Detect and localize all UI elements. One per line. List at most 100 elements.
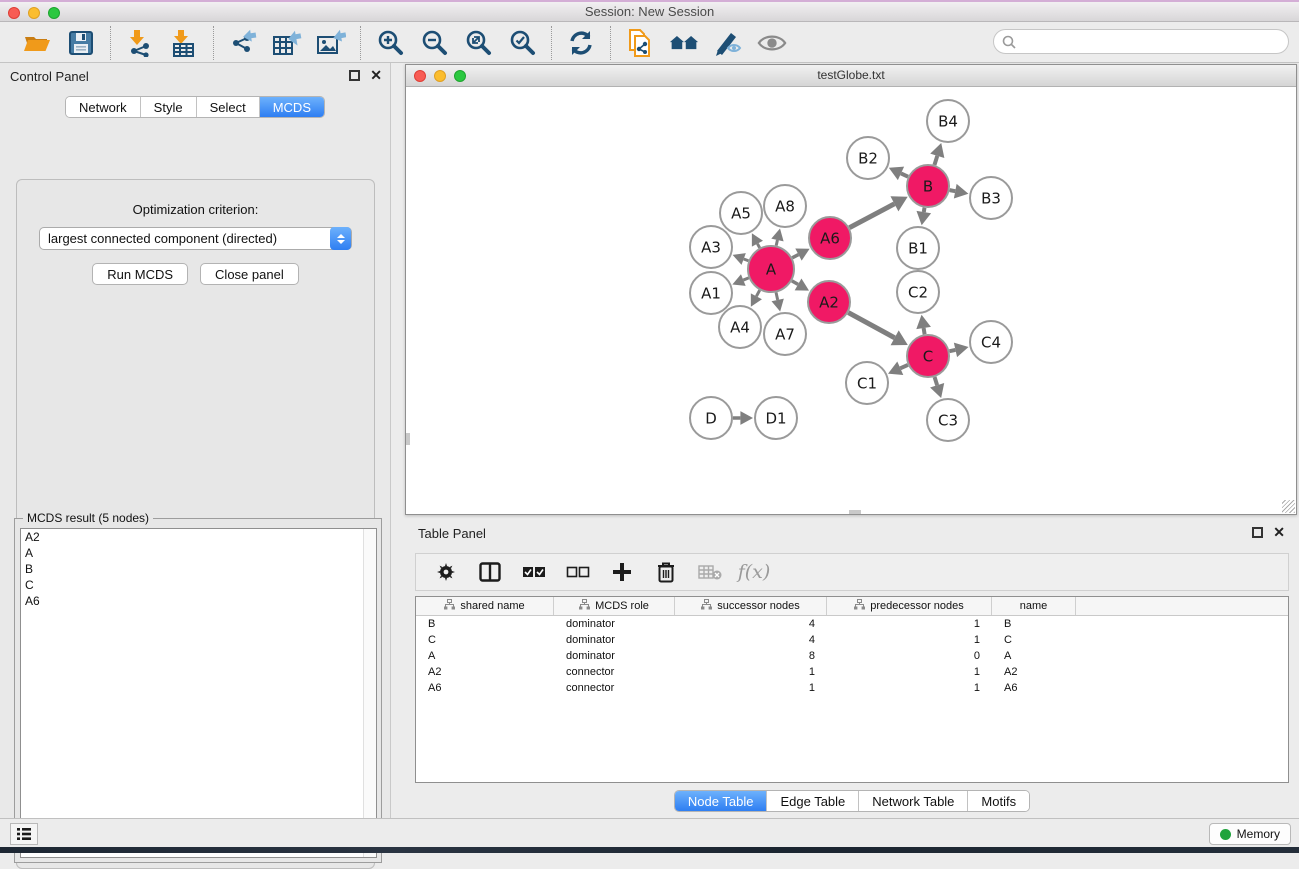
graph-edge-B-B3[interactable] <box>950 184 969 199</box>
run-mcds-button[interactable]: Run MCDS <box>92 263 188 285</box>
graph-edge-B-B2[interactable] <box>889 167 908 180</box>
tab-node-table[interactable]: Node Table <box>675 791 768 811</box>
show-columns-icon[interactable] <box>522 560 546 584</box>
save-session-icon[interactable] <box>66 28 96 58</box>
column-header-shared-name[interactable]: shared name <box>416 597 554 615</box>
optimization-criterion-select[interactable]: largest connected component (directed) <box>39 227 352 250</box>
table-cell[interactable]: A <box>992 648 1076 664</box>
table-cell[interactable]: A2 <box>992 664 1076 680</box>
table-cell[interactable]: dominator <box>554 616 675 632</box>
graph-node-B3[interactable]: B3 <box>970 177 1012 219</box>
graph-node-B1[interactable]: B1 <box>897 227 939 269</box>
scrollbar[interactable] <box>363 529 376 857</box>
network-minimize-icon[interactable] <box>434 70 446 82</box>
delete-column-icon[interactable] <box>654 560 678 584</box>
mcds-result-item[interactable]: A6 <box>21 593 376 609</box>
mcds-result-item[interactable]: B <box>21 561 376 577</box>
gear-icon[interactable] <box>434 560 458 584</box>
close-window-icon[interactable] <box>8 7 20 19</box>
graph-edge-A-A3[interactable] <box>733 253 749 265</box>
show-graphics-details-icon[interactable] <box>757 28 787 58</box>
function-builder-icon[interactable]: f(x) <box>742 560 766 584</box>
table-cell[interactable]: B <box>416 616 554 632</box>
column-header-predecessor-nodes[interactable]: predecessor nodes <box>827 597 992 615</box>
graph-node-A[interactable]: A <box>748 246 794 292</box>
table-row[interactable]: Bdominator41B <box>416 616 1288 632</box>
graph-node-D[interactable]: D <box>690 397 732 439</box>
graph-edge-B-B1[interactable] <box>916 208 931 226</box>
tab-network[interactable]: Network <box>66 97 141 117</box>
export-network-icon[interactable] <box>228 28 258 58</box>
graph-edge-A-A5[interactable] <box>752 233 763 248</box>
graph-node-A4[interactable]: A4 <box>719 306 761 348</box>
graph-node-C3[interactable]: C3 <box>927 399 969 441</box>
graph-edge-A-A4[interactable] <box>751 290 762 307</box>
tab-edge-table[interactable]: Edge Table <box>767 791 859 811</box>
export-table-icon[interactable] <box>272 28 302 58</box>
refresh-icon[interactable] <box>566 28 596 58</box>
graph-node-A2[interactable]: A2 <box>808 281 850 323</box>
graph-edge-C-C2[interactable] <box>916 315 931 335</box>
table-row[interactable]: Adominator80A <box>416 648 1288 664</box>
graph-edge-C-C3[interactable] <box>930 377 944 398</box>
graph-node-A3[interactable]: A3 <box>690 226 732 268</box>
hide-columns-icon[interactable] <box>566 560 590 584</box>
table-cell[interactable]: 8 <box>675 648 827 664</box>
table-cell[interactable]: C <box>416 632 554 648</box>
table-cell[interactable]: A6 <box>992 680 1076 696</box>
table-cell[interactable]: 1 <box>675 680 827 696</box>
tab-motifs[interactable]: Motifs <box>968 791 1029 811</box>
tab-network-table[interactable]: Network Table <box>859 791 968 811</box>
table-cell[interactable]: connector <box>554 664 675 680</box>
mcds-result-item[interactable]: A2 <box>21 529 376 545</box>
graph-edge-C-C1[interactable] <box>888 362 908 376</box>
table-row[interactable]: A2connector11A2 <box>416 664 1288 680</box>
column-header-MCDS-role[interactable]: MCDS role <box>554 597 675 615</box>
graph-edge-B-B4[interactable] <box>930 143 944 165</box>
close-panel-button[interactable]: Close panel <box>200 263 299 285</box>
add-column-icon[interactable] <box>610 560 634 584</box>
table-cell[interactable]: A <box>416 648 554 664</box>
table-cell[interactable]: 4 <box>675 616 827 632</box>
graph-node-B2[interactable]: B2 <box>847 137 889 179</box>
column-mode-icon[interactable] <box>478 560 502 584</box>
import-table-icon[interactable] <box>169 28 199 58</box>
new-network-from-selection-icon[interactable] <box>625 28 655 58</box>
graph-edge-A2-C[interactable] <box>848 313 907 346</box>
float-table-panel-icon[interactable] <box>1252 527 1263 538</box>
task-history-button[interactable] <box>10 823 38 845</box>
column-header-successor-nodes[interactable]: successor nodes <box>675 597 827 615</box>
zoom-selected-icon[interactable] <box>507 28 537 58</box>
network-close-icon[interactable] <box>414 70 426 82</box>
table-cell[interactable]: dominator <box>554 648 675 664</box>
graph-node-C1[interactable]: C1 <box>846 362 888 404</box>
resize-grip-icon[interactable] <box>1282 500 1295 513</box>
zoom-out-icon[interactable] <box>419 28 449 58</box>
table-cell[interactable]: dominator <box>554 632 675 648</box>
table-cell[interactable]: 1 <box>675 664 827 680</box>
tab-style[interactable]: Style <box>141 97 197 117</box>
zoom-in-icon[interactable] <box>375 28 405 58</box>
mcds-result-item[interactable]: A <box>21 545 376 561</box>
table-cell[interactable]: 1 <box>827 616 992 632</box>
column-header-name[interactable]: name <box>992 597 1076 615</box>
table-cell[interactable]: 0 <box>827 648 992 664</box>
graph-node-A8[interactable]: A8 <box>764 185 806 227</box>
search-field[interactable] <box>993 29 1289 54</box>
graph-node-C[interactable]: C <box>907 335 949 377</box>
network-canvas[interactable]: B4B2BB3A8A5A6A3B1AC2A1A2A4A7C4CC1C3DD1 <box>406 87 1296 514</box>
table-cell[interactable]: connector <box>554 680 675 696</box>
zoom-fit-icon[interactable] <box>463 28 493 58</box>
table-row[interactable]: Cdominator41C <box>416 632 1288 648</box>
table-cell[interactable]: B <box>992 616 1076 632</box>
graph-edge-A-A1[interactable] <box>732 274 748 286</box>
graph-edge-A-A2[interactable] <box>792 278 809 290</box>
graph-node-A5[interactable]: A5 <box>720 192 762 234</box>
table-cell[interactable]: A2 <box>416 664 554 680</box>
graph-node-B4[interactable]: B4 <box>927 100 969 142</box>
maximize-window-icon[interactable] <box>48 7 60 19</box>
graph-node-B[interactable]: B <box>907 165 949 207</box>
close-table-panel-icon[interactable]: ✕ <box>1273 527 1285 538</box>
memory-button[interactable]: Memory <box>1209 823 1291 845</box>
table-cell[interactable]: 1 <box>827 680 992 696</box>
